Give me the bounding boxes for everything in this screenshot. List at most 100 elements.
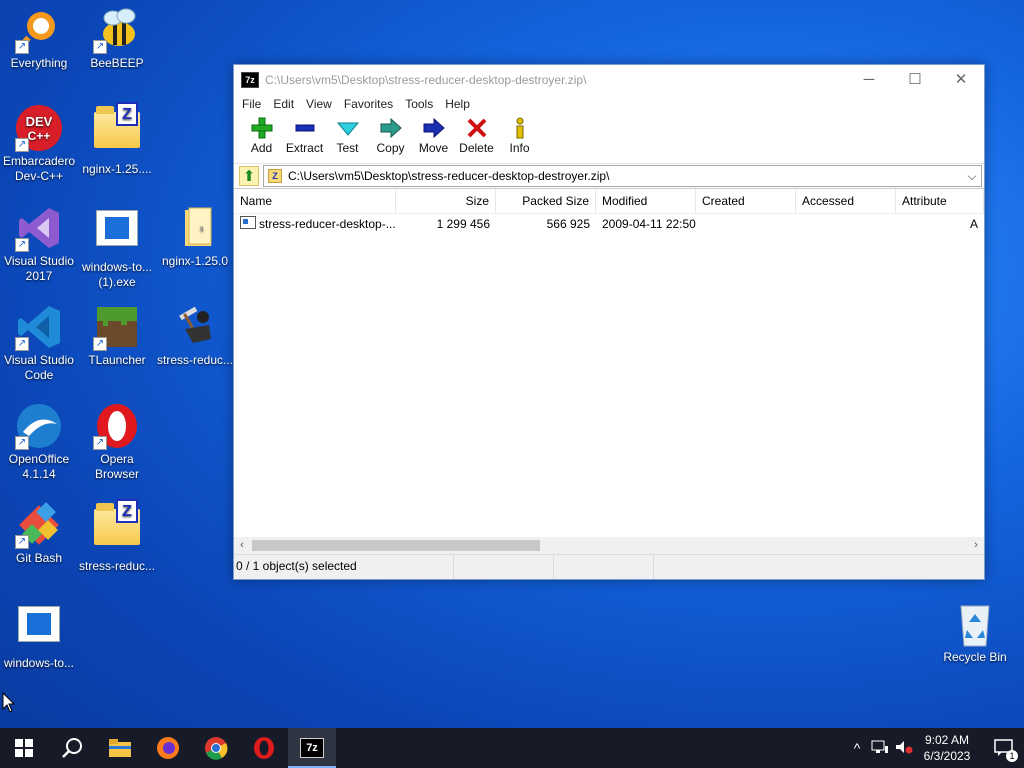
clock[interactable]: 9:02 AM 6/3/2023 (916, 732, 978, 764)
path-combobox[interactable]: Z C:\Users\vm5\Desktop\stress-reducer-de… (263, 165, 982, 187)
check-icon (326, 117, 369, 141)
taskbar-opera[interactable] (240, 728, 288, 768)
desktop-icon-opera[interactable]: ↗ Opera Browser (78, 402, 156, 482)
column-header-accessed[interactable]: Accessed (796, 189, 896, 213)
minus-icon (283, 117, 326, 141)
desktop-icon-stress-reducer-zip[interactable]: Z stress-reduc... (78, 499, 156, 574)
close-button[interactable]: ✕ (938, 65, 984, 95)
column-header-created[interactable]: Created (696, 189, 796, 213)
menu-tools[interactable]: Tools (399, 95, 439, 113)
7zip-file-manager-window[interactable]: 7z C:\Users\vm5\Desktop\stress-reducer-d… (233, 64, 985, 580)
info-button[interactable]: Info (498, 113, 541, 163)
desktop-icon-stress-reducer-exe[interactable]: stress-reduc... (156, 303, 234, 368)
chevron-up-icon[interactable]: ^ (846, 740, 868, 756)
up-folder-button[interactable]: ⬆ (239, 166, 259, 186)
search-button[interactable] (48, 728, 96, 768)
menu-edit[interactable]: Edit (267, 95, 300, 113)
clock-date: 6/3/2023 (923, 749, 971, 763)
cell-created (696, 214, 796, 234)
path-text[interactable]: C:\Users\vm5\Desktop\stress-reducer-desk… (288, 169, 963, 183)
7zip-app-icon: 7z (241, 72, 259, 88)
svg-text:C++: C++ (28, 129, 51, 143)
column-header-name[interactable]: Name (234, 189, 396, 213)
taskbar-firefox[interactable] (144, 728, 192, 768)
desktop-icon-label: windows-to... (3, 656, 75, 670)
desktop-icon-nginx-folder[interactable]: g nginx-1.25.0 (156, 204, 234, 269)
desktop-icon-nginx-zip[interactable]: Z nginx-1.25.... (78, 102, 156, 177)
add-button[interactable]: Add (240, 113, 283, 163)
desktop-icon-git-bash[interactable]: ↗ Git Bash (0, 501, 78, 566)
scroll-left-icon[interactable]: ‹ (234, 537, 250, 554)
horizontal-scrollbar[interactable]: ‹ › (234, 537, 984, 554)
address-bar: ⬆ Z C:\Users\vm5\Desktop\stress-reducer-… (234, 164, 984, 189)
column-header-size[interactable]: Size (396, 189, 496, 213)
desktop-icon-label: OpenOffice 4.1.14 (8, 452, 70, 481)
desktop-icon-windows-tool-exe[interactable]: windows-to... (1).exe (78, 204, 156, 290)
desktop-icon-openoffice[interactable]: ↗ OpenOffice 4.1.14 (0, 402, 78, 482)
copy-button[interactable]: Copy (369, 113, 412, 163)
taskbar: 7z ^ 9:02 AM 6/3/2023 1 (0, 728, 1024, 768)
plus-icon (240, 117, 283, 141)
chevron-down-icon[interactable]: ⌵ (963, 169, 981, 184)
minimize-button[interactable]: ─ (846, 65, 892, 95)
desktop-icon-visual-studio-2017[interactable]: ↗ Visual Studio 2017 (0, 204, 78, 284)
taskbar-7zip[interactable]: 7z (288, 728, 336, 768)
zip-folder-icon: Z (93, 102, 141, 160)
desktop-icon-label: Everything (10, 56, 68, 70)
status-pane (554, 555, 654, 579)
cell-packed-size: 566 925 (546, 217, 590, 231)
menu-view[interactable]: View (300, 95, 338, 113)
title-bar[interactable]: 7z C:\Users\vm5\Desktop\stress-reducer-d… (234, 65, 984, 95)
desktop-icon-label: Visual Studio Code (4, 353, 74, 382)
desktop-icon-label: stress-reduc... (78, 559, 156, 573)
copy-label: Copy (376, 141, 405, 155)
zip-archive-icon: Z (268, 169, 282, 183)
minecraft-grass-block-icon: ↗ (93, 303, 141, 351)
start-button[interactable] (0, 728, 48, 768)
table-row[interactable]: stress-reducer-desktop-... 1 299 456 566… (234, 214, 984, 234)
desktop-icon-windows-tool[interactable]: windows-to... (0, 600, 78, 671)
desktop-icon-vscode[interactable]: ↗ Visual Studio Code (0, 303, 78, 383)
taskbar-file-explorer[interactable] (96, 728, 144, 768)
network-icon[interactable] (868, 740, 892, 757)
copy-arrow-icon (369, 117, 412, 141)
menu-favorites[interactable]: Favorites (338, 95, 399, 113)
windows-app-icon (93, 210, 141, 258)
file-icon (240, 216, 256, 229)
desktop-icon-recycle-bin[interactable]: Recycle Bin (936, 600, 1014, 665)
column-header-packed-size[interactable]: Packed Size (496, 189, 596, 213)
notification-center-button[interactable]: 1 (984, 728, 1024, 768)
search-icon (62, 738, 82, 758)
svg-text:g: g (200, 226, 203, 232)
column-header-modified[interactable]: Modified (596, 189, 696, 213)
7zip-app-icon: 7z (300, 738, 324, 758)
recycle-bin-icon (951, 600, 999, 648)
toolbar: Add Extract Test Copy Move Delete Info (234, 113, 984, 164)
desktop-icon-tlauncher[interactable]: ↗ TLauncher (78, 303, 156, 368)
add-label: Add (250, 141, 273, 155)
taskbar-chrome[interactable] (192, 728, 240, 768)
status-selection-text: 0 / 1 object(s) selected (234, 555, 454, 579)
scroll-right-icon[interactable]: › (968, 537, 984, 554)
desktop-icon-beebeep[interactable]: ↗ BeeBEEP (78, 6, 156, 71)
bee-icon: ↗ (93, 6, 141, 54)
extract-button[interactable]: Extract (283, 113, 326, 163)
cell-accessed (796, 214, 896, 234)
window-title: C:\Users\vm5\Desktop\stress-reducer-desk… (265, 73, 587, 87)
menu-file[interactable]: File (236, 95, 267, 113)
delete-button[interactable]: Delete (455, 113, 498, 163)
desktop-icon-devcpp[interactable]: DEV C++ ↗ Embarcadero Dev-C++ (0, 104, 78, 184)
opera-icon (254, 737, 274, 759)
scrollbar-thumb[interactable] (252, 540, 540, 551)
column-header-attribute[interactable]: Attribute (896, 189, 984, 213)
clock-time: 9:02 AM (924, 733, 970, 747)
move-button[interactable]: Move (412, 113, 455, 163)
desktop-icon-label: Recycle Bin (943, 650, 1007, 664)
desktop-icon-everything[interactable]: ↗ Everything (0, 6, 78, 71)
info-icon (498, 117, 541, 141)
volume-muted-icon[interactable] (892, 740, 916, 757)
test-button[interactable]: Test (326, 113, 369, 163)
maximize-button[interactable]: ☐ (892, 65, 938, 95)
menu-help[interactable]: Help (439, 95, 476, 113)
git-bash-icon: ↗ (15, 501, 63, 549)
